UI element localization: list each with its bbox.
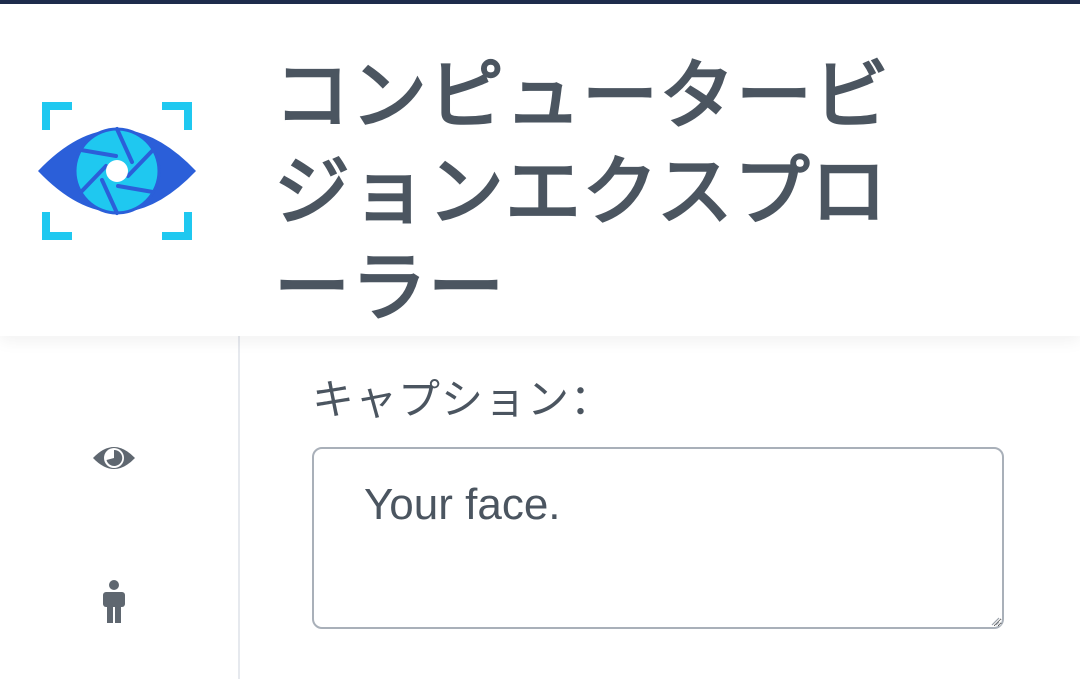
person-icon xyxy=(103,580,125,623)
caption-panel: キャプション： Your face. xyxy=(240,336,1080,679)
app-title: コンピュータービジョンエクスプローラー xyxy=(274,51,890,332)
sidebar-item-person[interactable] xyxy=(74,570,154,634)
eye-aperture-logo-icon xyxy=(36,100,198,242)
resize-handle-icon[interactable] xyxy=(990,616,1000,626)
app-header: コンピュータービジョンエクスプローラー xyxy=(0,4,1080,336)
sidebar-item-vision[interactable] xyxy=(74,426,154,490)
caption-textarea[interactable]: Your face. xyxy=(312,447,1004,629)
eye-icon xyxy=(93,447,135,469)
caption-label: キャプション： xyxy=(312,375,614,424)
sidebar-nav xyxy=(0,336,240,679)
content-area: キャプション： Your face. xyxy=(0,336,1080,679)
